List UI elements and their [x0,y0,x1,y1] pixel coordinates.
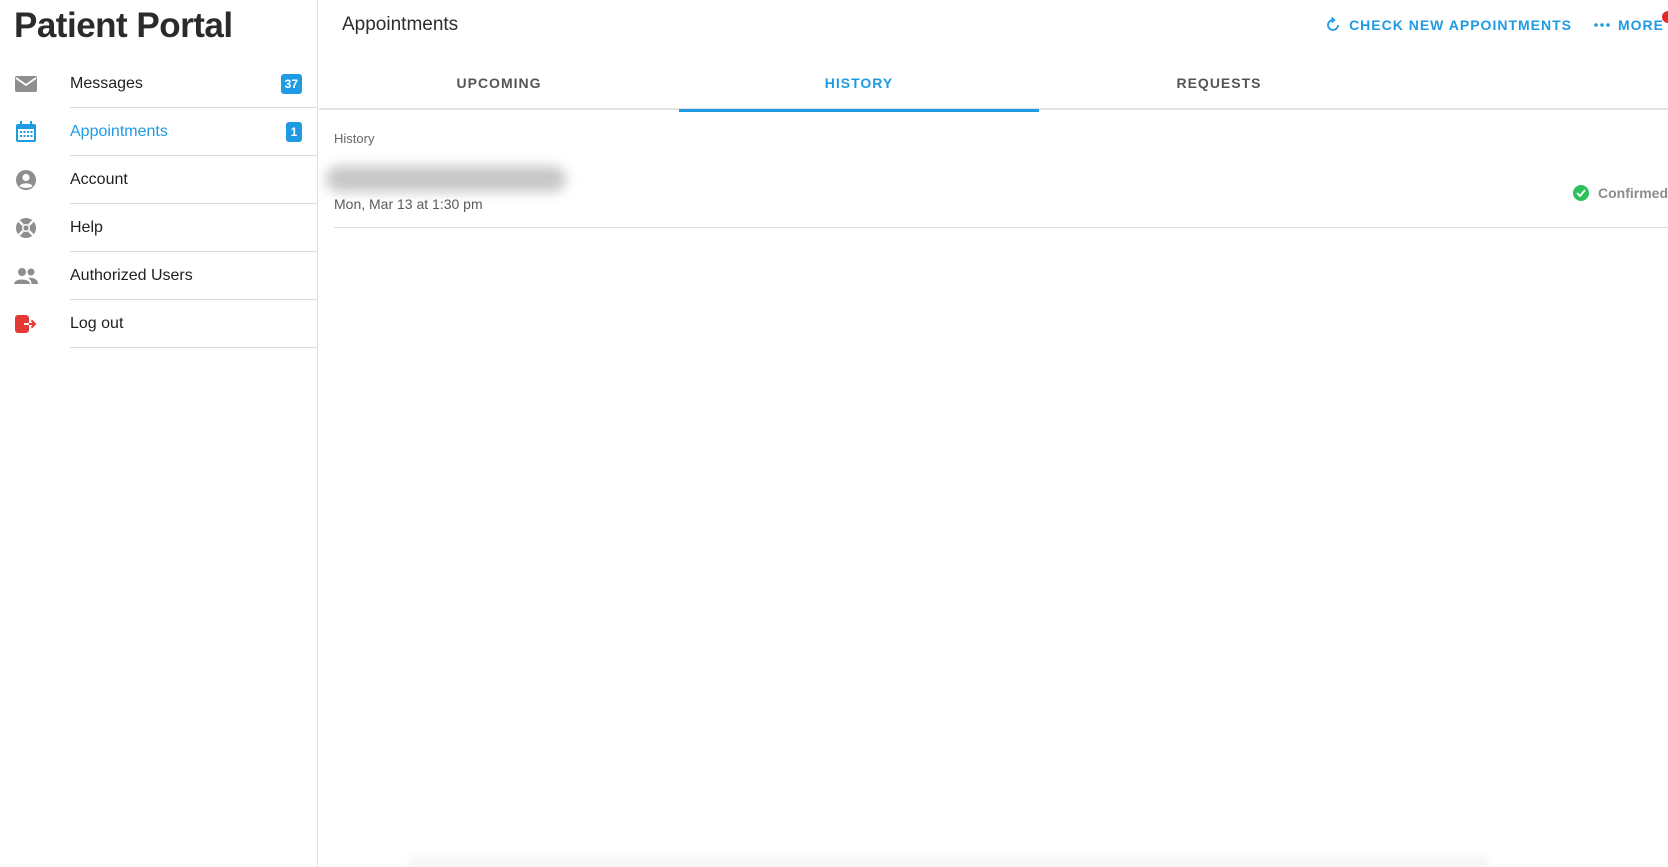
status-badge: Confirmed [1573,185,1668,201]
messages-count-badge: 37 [280,74,302,94]
sidebar: Patient Portal Messages 37 Appointments … [0,0,318,867]
sidebar-nav: Messages 37 Appointments 1 Account Help … [0,60,318,348]
notification-dot [1662,11,1668,23]
sidebar-item-label: Appointments [70,123,168,140]
bottom-shadow [409,853,1488,867]
tab-requests[interactable]: REQUESTS [1039,56,1399,110]
redacted-appointment-title [326,166,566,192]
people-icon [14,264,38,288]
lifebuoy-icon [14,216,38,240]
sidebar-item-messages[interactable]: Messages 37 [0,60,318,108]
envelope-icon [14,72,38,96]
divider [70,347,318,348]
logout-icon [14,312,38,336]
header-actions: CHECK NEW APPOINTMENTS MORE [1325,11,1668,36]
check-new-appointments-label: CHECK NEW APPOINTMENTS [1349,17,1572,33]
more-dots-icon [1594,23,1610,27]
sidebar-item-label: Messages [70,75,143,92]
sidebar-item-label: Log out [70,315,124,332]
tab-upcoming[interactable]: UPCOMING [319,56,679,110]
more-button[interactable]: MORE [1594,11,1668,33]
main-content: Appointments CHECK NEW APPOINTMENTS MORE… [319,0,1668,867]
appointment-row[interactable]: Mon, Mar 13 at 1:30 pm Confirmed [326,160,1668,228]
refresh-icon [1327,17,1339,31]
account-circle-icon [14,168,38,192]
sidebar-item-label: Authorized Users [70,267,193,284]
appointment-date: Mon, Mar 13 at 1:30 pm [334,196,483,212]
appointment-tabs: UPCOMING HISTORY REQUESTS [319,56,1668,112]
more-label: MORE [1618,17,1664,33]
appointments-count-badge: 1 [286,122,302,142]
section-label: History [334,131,375,146]
check-circle-icon [1573,185,1589,201]
sidebar-item-label: Help [70,219,103,236]
sidebar-item-authorized-users[interactable]: Authorized Users [0,252,318,300]
check-new-appointments-button[interactable]: CHECK NEW APPOINTMENTS [1325,17,1572,33]
sidebar-item-label: Account [70,171,128,188]
calendar-icon [14,120,38,144]
sidebar-item-appointments[interactable]: Appointments 1 [0,108,318,156]
sidebar-item-log-out[interactable]: Log out [0,300,318,348]
page-title: Appointments [342,14,459,35]
sidebar-item-account[interactable]: Account [0,156,318,204]
app-title: Patient Portal [14,6,233,45]
tab-history[interactable]: HISTORY [679,56,1039,112]
sidebar-item-help[interactable]: Help [0,204,318,252]
status-label: Confirmed [1598,185,1668,201]
